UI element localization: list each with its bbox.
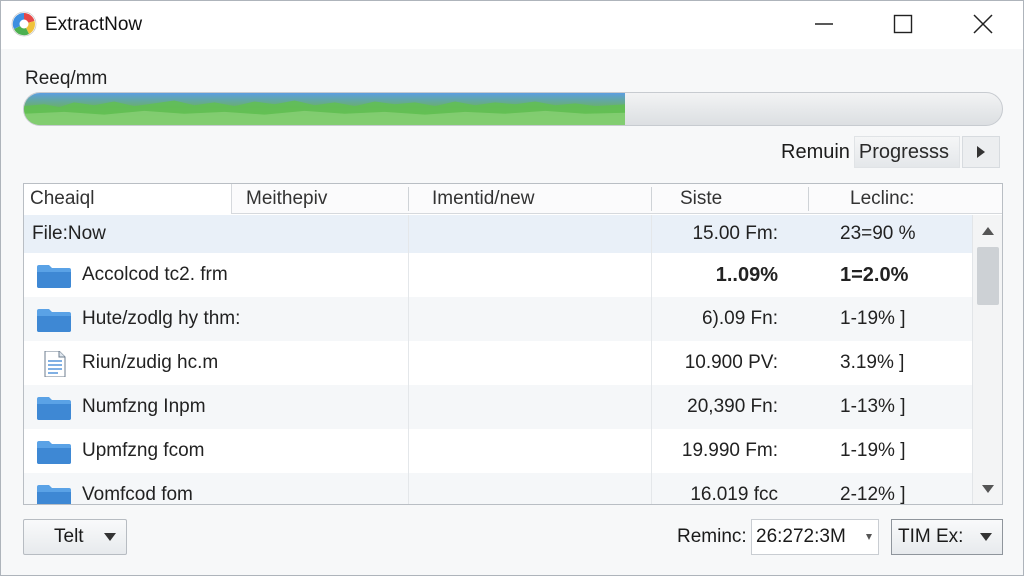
row-name: Numfzng Inpm [82, 396, 206, 417]
chevron-up-icon [982, 227, 994, 235]
column-separator [651, 187, 652, 211]
row-size: 20,390 Fn: [687, 396, 778, 417]
folder-icon [36, 263, 72, 289]
column-header-identified[interactable]: Imentid/new [432, 184, 652, 214]
column-separator [808, 187, 809, 211]
table-row[interactable]: Hute/zodlg hy thm: 6).09 Fn: 1-19% ] [24, 297, 972, 341]
remain-label: Remuin [781, 140, 850, 163]
folder-icon [36, 439, 72, 465]
row-size: 10.900 PV: [684, 352, 778, 373]
column-header-method[interactable]: Meithepiv [246, 184, 406, 214]
vertical-scrollbar[interactable] [972, 215, 1002, 504]
remaining-time-value: 26:272:3M [756, 526, 846, 547]
file-list[interactable]: Cheaiql Meithepiv Imentid/new Siste Lecl… [23, 183, 1003, 505]
progress-bar [23, 92, 1003, 126]
dropdown-arrow-icon [104, 533, 116, 541]
progress-fill [24, 93, 626, 125]
maximize-button[interactable] [863, 1, 943, 47]
remaining-time-label: Reminc: [677, 526, 747, 547]
table-row[interactable]: Accolcod tc2. frm 1..09% 1=2.0% [24, 253, 972, 297]
remaining-time-select[interactable]: 26:272:3M [751, 519, 879, 555]
column-separator [408, 187, 409, 211]
scroll-up-button[interactable] [973, 217, 1002, 245]
chevron-right-icon [976, 146, 985, 158]
progress-texture [24, 100, 626, 125]
maximize-icon [893, 14, 913, 34]
table-row[interactable]: Upmfzng fcom 19.990 Fm: 1-19% ] [24, 429, 972, 473]
column-header-size[interactable]: Siste [680, 184, 800, 214]
table-row[interactable]: Riun/zudig hc.m 10.900 PV: 3.19% ] [24, 341, 972, 385]
row-name: Accolcod tc2. frm [82, 264, 228, 285]
column-gridline [651, 215, 652, 504]
dropdown-arrow-icon [866, 534, 872, 540]
row-decline: 23=90 % [840, 223, 916, 244]
document-icon [36, 350, 72, 378]
close-button[interactable] [943, 1, 1023, 47]
tim-select[interactable]: TIM Ex: [891, 519, 1003, 555]
text-dropdown-label: Telt [54, 526, 84, 547]
table-row[interactable]: File:Now 15.00 Fm: 23=90 % [24, 215, 972, 253]
row-name: Riun/zudig hc.m [82, 352, 219, 373]
row-decline: 1-19% ] [840, 308, 906, 329]
row-name: File:Now [32, 223, 106, 244]
chevron-down-icon [982, 485, 994, 493]
scroll-thumb[interactable] [977, 247, 999, 305]
row-size: 15.00 Fm: [692, 223, 778, 244]
progress-button[interactable]: Progresss [853, 136, 960, 168]
scroll-down-button[interactable] [973, 475, 1002, 503]
row-decline: 3.19% ] [840, 352, 905, 373]
row-name: Upmfzng fcom [82, 440, 205, 461]
row-name: Hute/zodlg hy thm: [82, 308, 241, 329]
window-title: ExtractNow [45, 14, 143, 35]
row-name: Vomfcod fom [82, 484, 193, 505]
folder-icon [36, 307, 72, 333]
column-gridline [408, 215, 409, 504]
row-decline: 1=2.0% [840, 263, 909, 286]
table-row[interactable]: Vomfcod fom 16.019 fcc 2-12% ] [24, 473, 972, 505]
close-icon [973, 14, 993, 34]
table-row[interactable]: Numfzng Inpm 20,390 Fn: 1-13% ] [24, 385, 972, 429]
text-dropdown-button[interactable]: Telt [23, 519, 127, 555]
list-header: Cheaiql Meithepiv Imentid/new Siste Lecl… [24, 184, 1002, 214]
app-window: ExtractNow Reeq/mm Remuin Progresss Chea… [0, 0, 1024, 576]
row-size: 16.019 fcc [690, 484, 778, 505]
title-bar[interactable]: ExtractNow [1, 1, 1023, 49]
extractnow-logo-icon [11, 11, 37, 37]
folder-icon [36, 395, 72, 421]
tim-select-value: TIM Ex: [898, 526, 964, 547]
folder-icon [36, 483, 72, 504]
row-size: 19.990 Fm: [681, 440, 778, 461]
list-rows: File:Now 15.00 Fm: 23=90 % Accolcod tc2. fr… [24, 215, 972, 505]
column-header-name[interactable]: Cheaiql [24, 184, 232, 214]
row-decline: 1-19% ] [840, 440, 906, 461]
column-header-decline[interactable]: Leclinc: [850, 184, 970, 214]
row-decline: 2-12% ] [840, 484, 906, 505]
row-size: 6).09 Fn: [701, 308, 778, 329]
row-decline: 1-13% ] [840, 396, 906, 417]
remain-progress-area: Remuin Progresss [781, 136, 1000, 168]
progress-label: Reeq/mm [25, 68, 108, 89]
progress-arrow-button[interactable] [961, 136, 1000, 168]
minimize-button[interactable] [784, 1, 864, 47]
dropdown-arrow-icon [980, 533, 992, 541]
row-size: 1..09% [715, 263, 778, 286]
minimize-icon [815, 23, 833, 25]
